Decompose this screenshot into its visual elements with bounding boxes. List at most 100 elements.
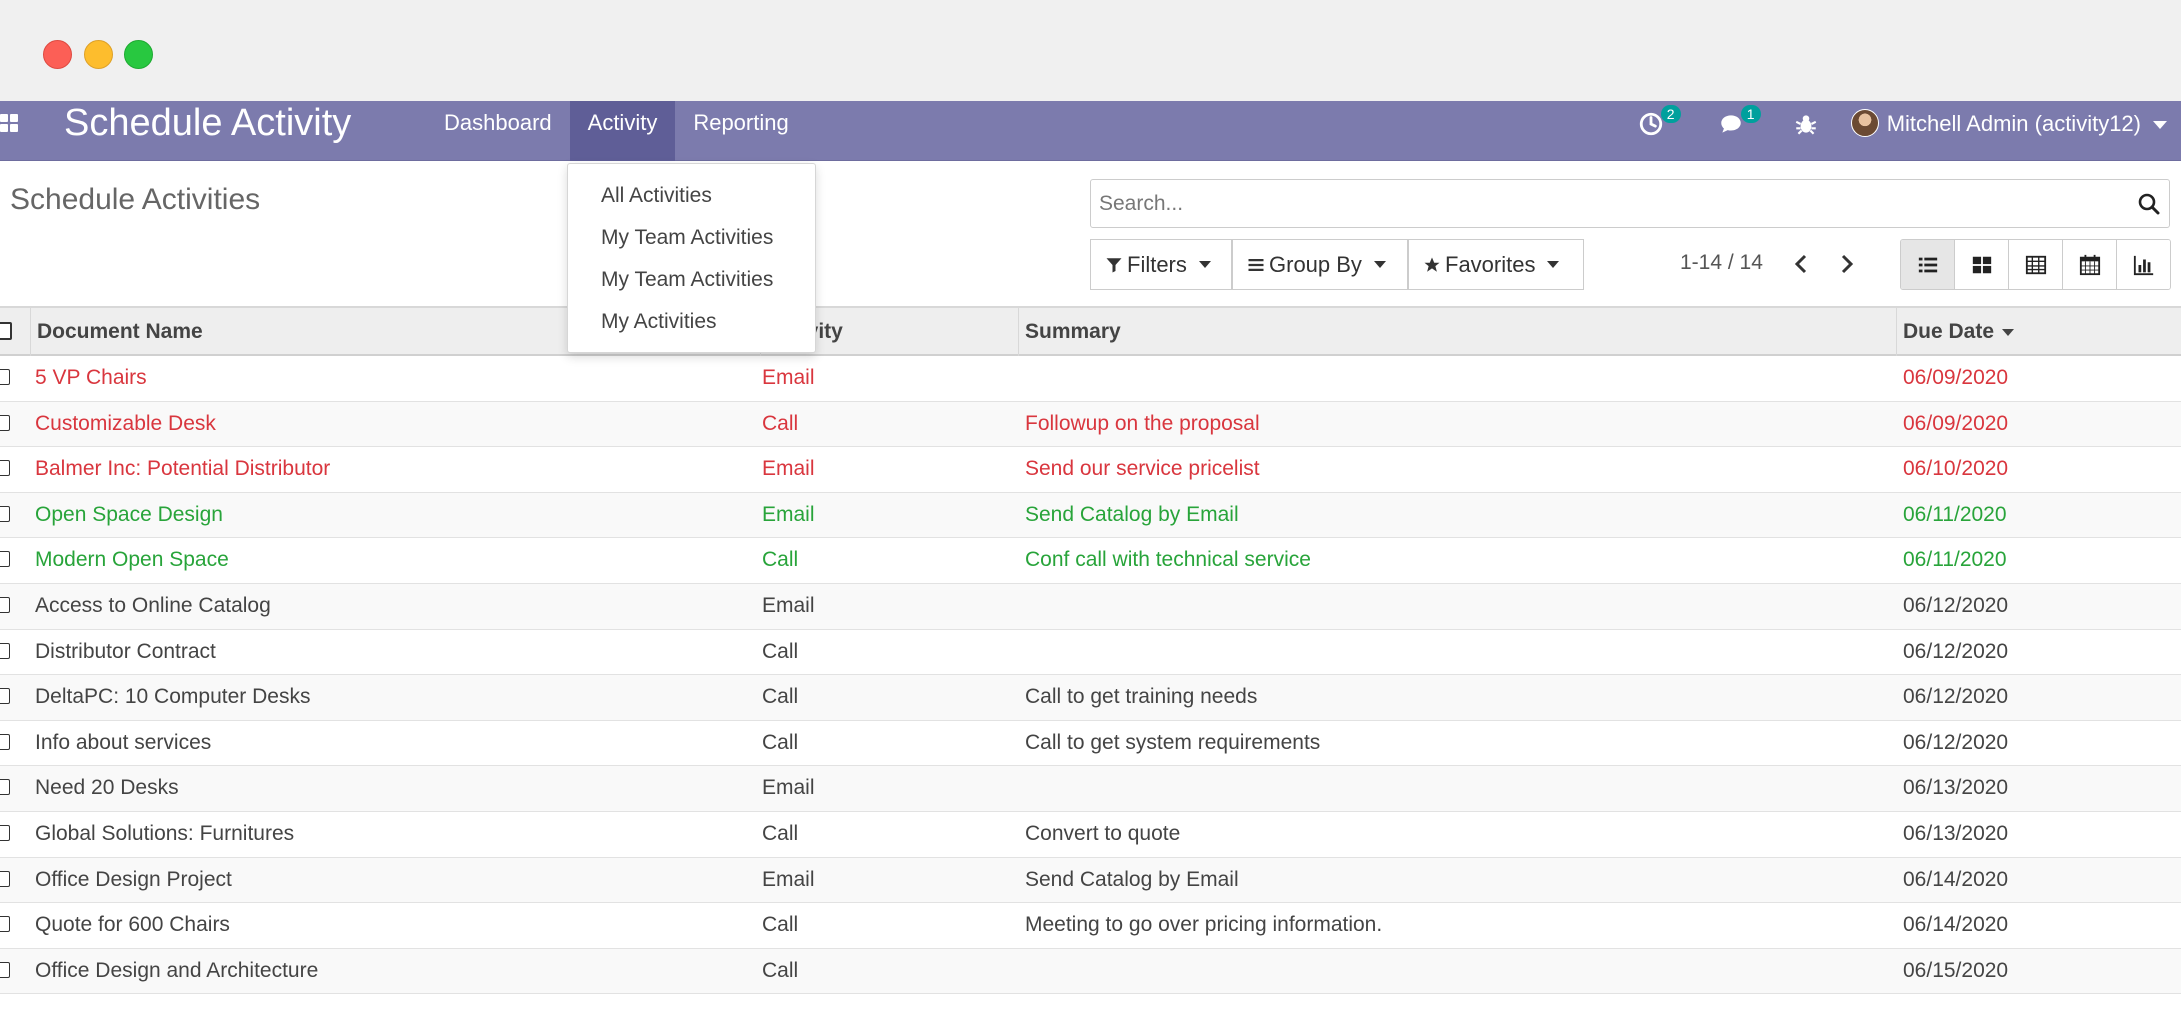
- table-row[interactable]: Access to Online Catalog Email 06/12/2020: [0, 583, 2181, 630]
- search-box: [1090, 179, 2170, 228]
- row-checkbox[interactable]: [0, 505, 10, 522]
- favorites-button[interactable]: Favorites: [1408, 239, 1584, 290]
- avatar: [1850, 109, 1879, 137]
- cell-summary: Call to get system requirements: [1025, 730, 1321, 754]
- maximize-window-button[interactable]: [124, 40, 153, 69]
- menu-item-all-activities[interactable]: All Activities: [568, 175, 815, 217]
- cell-document-name: Office Design and Architecture: [35, 958, 319, 982]
- view-switcher: [1900, 239, 2171, 290]
- table-row[interactable]: Open Space Design Email Send Catalog by Em…: [0, 492, 2181, 539]
- calendar-icon: [2079, 254, 2100, 275]
- row-checkbox[interactable]: [0, 414, 10, 431]
- close-window-button[interactable]: [43, 40, 72, 69]
- row-checkbox[interactable]: [0, 961, 10, 978]
- row-checkbox[interactable]: [0, 733, 10, 750]
- table-row[interactable]: Office Design and Architecture Call 06/15/…: [0, 948, 2181, 995]
- cell-summary: Send Catalog by Email: [1025, 867, 1239, 891]
- cell-due-date: 06/09/2020: [1903, 411, 2009, 435]
- cell-document-name: DeltaPC: 10 Computer Desks: [35, 685, 311, 709]
- kanban-view-button[interactable]: [1955, 240, 2009, 289]
- chevron-right-icon: [1841, 254, 1854, 274]
- filter-icon: [1106, 257, 1122, 272]
- pager-next-button[interactable]: [1830, 247, 1864, 281]
- row-checkbox[interactable]: [0, 596, 10, 613]
- table-row[interactable]: Quote for 600 Chairs Call Meeting to go ov…: [0, 903, 2181, 949]
- cell-due-date: 06/14/2020: [1903, 913, 2009, 937]
- menu-activity[interactable]: Activity: [569, 101, 676, 161]
- chevron-left-icon: [1794, 254, 1807, 274]
- top-navbar: Schedule Activity Dashboard Activity Rep…: [0, 101, 2181, 161]
- menu-reporting[interactable]: Reporting: [675, 101, 806, 161]
- menu-dashboard[interactable]: Dashboard: [426, 101, 570, 161]
- row-checkbox[interactable]: [0, 369, 10, 385]
- select-all-checkbox[interactable]: [0, 322, 12, 340]
- row-checkbox[interactable]: [0, 779, 10, 796]
- list-view-button[interactable]: [1901, 240, 1955, 289]
- table-row[interactable]: Global Solutions: Furnitures Call Convert …: [0, 812, 2181, 858]
- cell-document-name: Quote for 600 Chairs: [35, 913, 230, 937]
- row-checkbox[interactable]: [0, 916, 10, 933]
- app-container: Schedule Activity Dashboard Activity Rep…: [0, 101, 2181, 1010]
- apps-menu-icon[interactable]: [0, 114, 20, 134]
- app-title[interactable]: Schedule Activity: [64, 101, 351, 161]
- table-row[interactable]: Info about services Call Call to get syste…: [0, 721, 2181, 767]
- table-row[interactable]: 5 VP Chairs Email 06/09/2020: [0, 356, 2181, 402]
- table-row[interactable]: Balmer Inc: Potential Distributor Email Se…: [0, 447, 2181, 493]
- cell-activity: Call: [762, 821, 799, 845]
- pager-previous-button[interactable]: [1784, 247, 1818, 281]
- table-row[interactable]: Customizable Desk Call Followup on the pro…: [0, 401, 2181, 448]
- cell-due-date: 06/11/2020: [1903, 502, 2007, 526]
- menu-item-my-team-activities[interactable]: My Team Activities: [568, 259, 815, 301]
- user-menu[interactable]: Mitchell Admin (activity12): [1841, 101, 2181, 161]
- activity-count-badge: 2: [1660, 105, 1681, 123]
- header-summary[interactable]: Summary: [1018, 308, 1898, 356]
- cell-summary: Meeting to go over pricing information.: [1025, 913, 1383, 937]
- pivot-view-button[interactable]: [2009, 240, 2063, 289]
- table-row[interactable]: Need 20 Desks Email 06/13/2020: [0, 766, 2181, 812]
- search-input[interactable]: [1099, 180, 2099, 227]
- menu-item-my-activities[interactable]: My Activities: [568, 301, 815, 343]
- caret-down-icon: [1198, 261, 1211, 268]
- table-row[interactable]: Office Design Project Email Send Catalog b…: [0, 857, 2181, 904]
- table-row[interactable]: Modern Open Space Call Conf call with tech…: [0, 538, 2181, 584]
- row-checkbox[interactable]: [0, 870, 10, 887]
- row-checkbox[interactable]: [0, 688, 10, 705]
- cell-summary: Send our service pricelist: [1025, 457, 1260, 481]
- cell-document-name: Distributor Contract: [35, 639, 216, 663]
- cell-activity: Email: [762, 593, 815, 617]
- message-count-badge: 1: [1740, 105, 1761, 123]
- messaging-menu-button[interactable]: 1: [1691, 101, 1771, 161]
- minimize-window-button[interactable]: [84, 40, 113, 69]
- pager-value[interactable]: 1-14 / 14: [1680, 251, 1763, 275]
- user-name: Mitchell Admin (activity12): [1886, 111, 2141, 136]
- cell-due-date: 06/13/2020: [1903, 821, 2009, 845]
- cell-activity: Call: [762, 639, 799, 663]
- cell-document-name: Need 20 Desks: [35, 776, 179, 800]
- cell-due-date: 06/09/2020: [1903, 366, 2009, 389]
- header-due-date[interactable]: Due Date: [1896, 308, 2181, 356]
- row-checkbox[interactable]: [0, 642, 10, 659]
- cell-document-name: Customizable Desk: [35, 411, 216, 435]
- menu-item-my-team-activities[interactable]: My Team Activities: [568, 217, 815, 259]
- search-icon[interactable]: [2137, 192, 2161, 216]
- table-row[interactable]: Distributor Contract Call 06/12/2020: [0, 630, 2181, 676]
- groupby-button[interactable]: Group By: [1232, 239, 1408, 290]
- row-checkbox[interactable]: [0, 551, 10, 568]
- row-checkbox[interactable]: [0, 460, 10, 477]
- debug-button[interactable]: [1771, 101, 1841, 161]
- cell-document-name: Office Design Project: [35, 867, 232, 891]
- chevron-down-icon: [2153, 121, 2167, 129]
- list-icon: [1918, 257, 1937, 272]
- calendar-view-button[interactable]: [2063, 240, 2117, 289]
- row-checkbox[interactable]: [0, 824, 10, 841]
- graph-view-button[interactable]: [2117, 240, 2170, 289]
- activity-dropdown-menu: All Activities My Team Activities My Tea…: [567, 163, 816, 353]
- cell-document-name: 5 VP Chairs: [35, 366, 147, 389]
- breadcrumb: Schedule Activities: [10, 183, 261, 216]
- activity-menu-button[interactable]: 2: [1611, 101, 1691, 161]
- filters-button[interactable]: Filters: [1090, 239, 1232, 290]
- cell-activity: Email: [762, 457, 815, 481]
- table-row[interactable]: DeltaPC: 10 Computer Desks Call Call to ge…: [0, 675, 2181, 721]
- systray: 2 1 Mitchell Admin (activity12): [1611, 101, 2181, 161]
- cell-due-date: 06/12/2020: [1903, 639, 2009, 663]
